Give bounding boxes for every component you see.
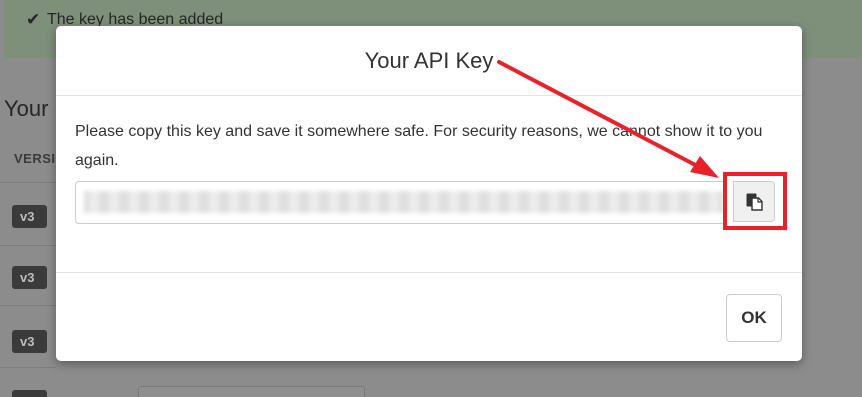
version-badge [12,390,47,397]
version-badge: v3 [12,205,47,228]
page-heading: Your [4,96,49,121]
ok-button[interactable]: OK [726,294,782,342]
check-icon: ✔ [26,10,41,29]
version-badge: v3 [12,266,47,289]
column-header: VERSI [14,151,56,166]
modal-message: Please copy this key and save it somewhe… [75,123,763,169]
redacted-key [84,191,724,213]
modal-title: Your API Key [364,48,494,73]
table-divider [0,182,56,183]
table-divider [0,305,56,306]
modal-footer: OK [56,273,802,361]
version-badge: v3 [12,330,47,353]
table-divider [0,367,56,368]
api-key-field[interactable] [75,181,724,224]
api-key-modal: Your API Key Please copy this key and sa… [56,26,802,361]
background-input [138,386,365,397]
highlight-box [723,172,787,230]
modal-body: Please copy this key and save it somewhe… [56,96,802,273]
modal-header: Your API Key [56,26,802,96]
table-divider [0,245,56,246]
